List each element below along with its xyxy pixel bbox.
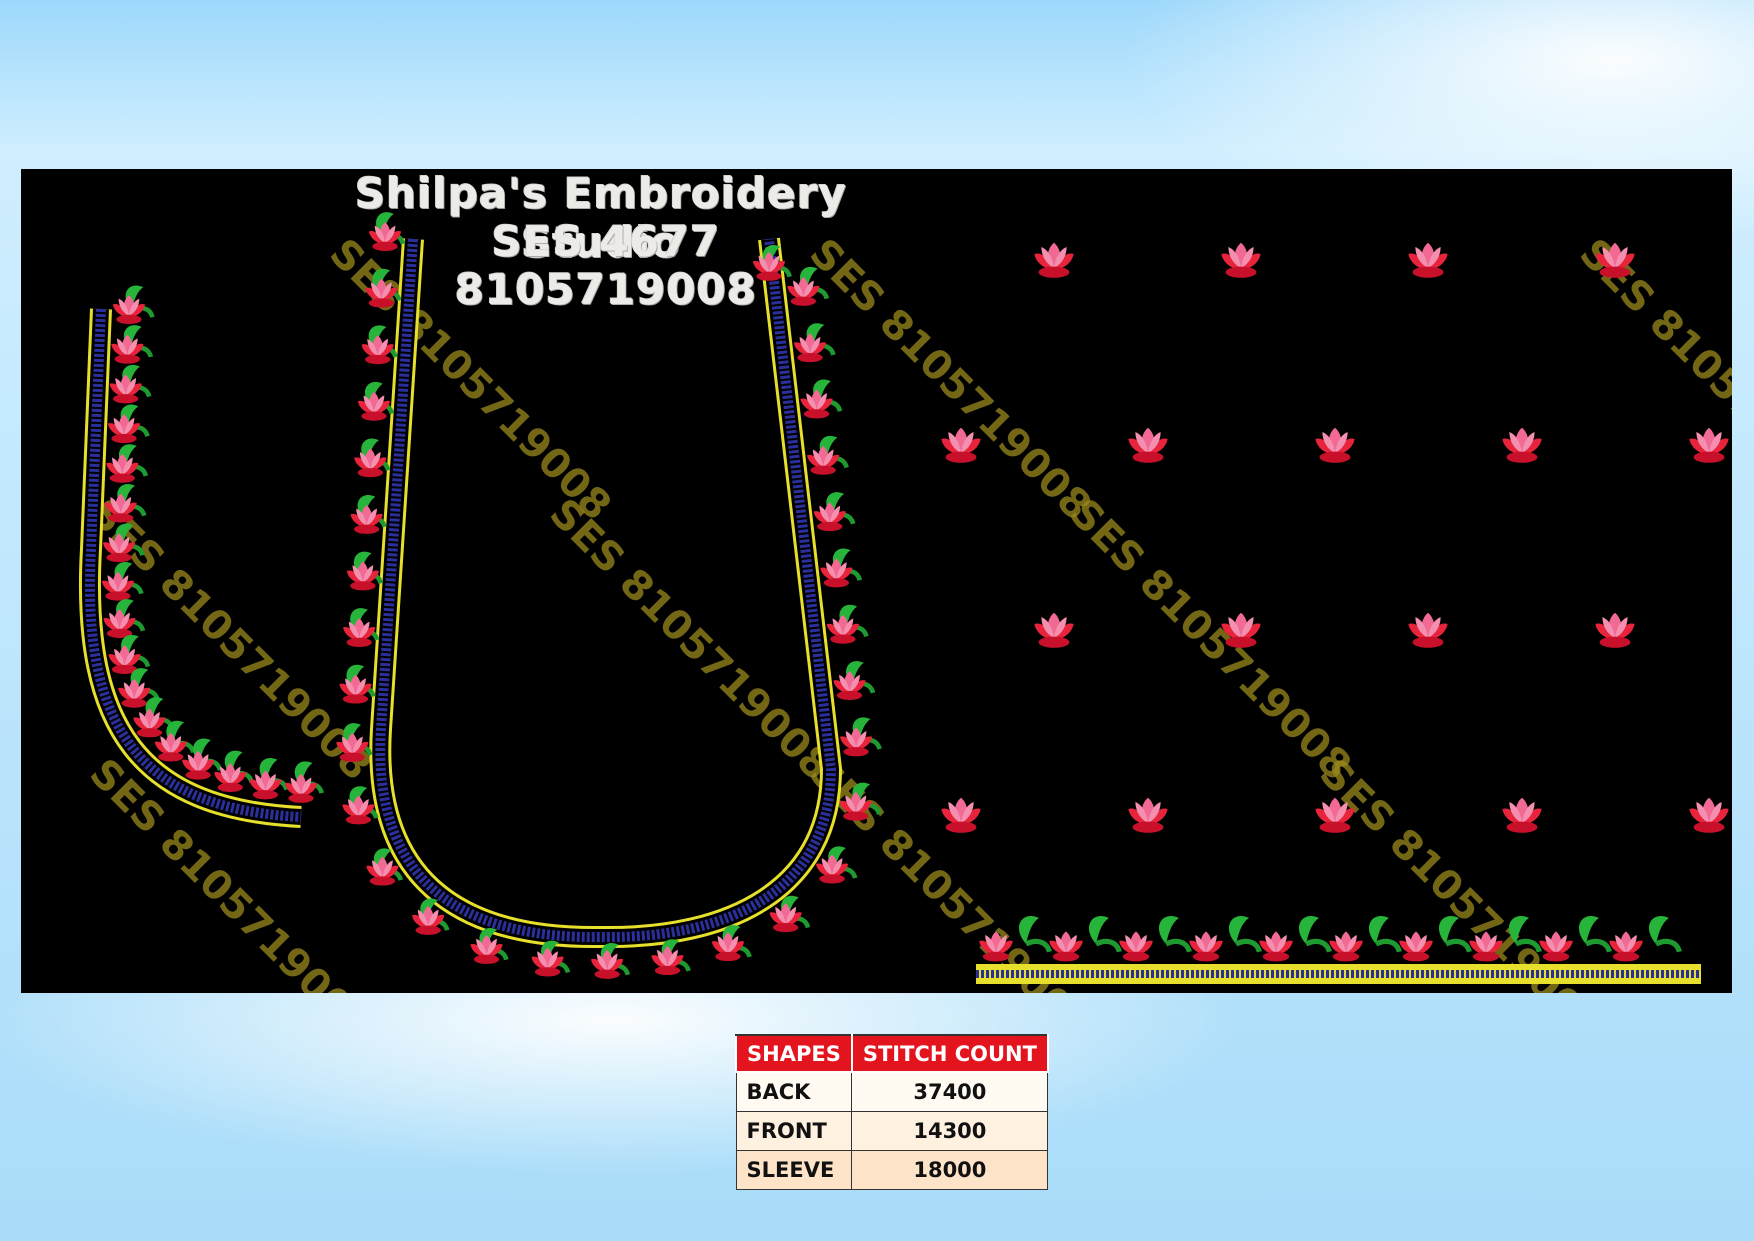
butti-motif: [1408, 612, 1448, 648]
flower-motif: [346, 561, 379, 591]
watermark-layer: SES 8105719008 SES 8105719008SES 81057190…: [81, 230, 1732, 993]
butti-motif: [1128, 797, 1168, 833]
flower-motif: [1259, 931, 1293, 962]
flower-motif: [361, 335, 394, 365]
flower-motif: [807, 446, 840, 475]
studio-phone: 8105719008: [454, 265, 758, 314]
watermark-text: SES 8105719008: [1061, 490, 1360, 789]
butti-motif: [941, 797, 981, 833]
flower-motif: [820, 558, 853, 588]
header-shapes: SHAPES: [735, 1034, 853, 1073]
flower-motif: [342, 795, 375, 825]
count-cell: 37400: [851, 1071, 1049, 1112]
flower-motif: [412, 906, 445, 935]
flower-motif: [826, 614, 860, 644]
watermark-text: SES 8105719008: [1571, 230, 1732, 529]
flower-motif: [1049, 931, 1083, 962]
flower-motif: [109, 374, 142, 404]
butti-motif: [1221, 612, 1261, 648]
butti-motif: [1502, 427, 1542, 463]
flower-motif: [800, 389, 833, 419]
design-code: SES 4677: [491, 217, 721, 266]
table-row: FRONT 14300: [735, 1111, 1049, 1151]
flower-motif: [1609, 931, 1643, 962]
stitch-count-table: SHAPES STITCH COUNT BACK 37400 FRONT 143…: [735, 1034, 1049, 1190]
flower-motif: [249, 770, 282, 800]
leaf-motif: [1229, 916, 1259, 952]
flower-motif: [339, 674, 372, 704]
flower-motif: [357, 391, 391, 421]
flower-motif: [106, 454, 139, 483]
table-header-row: SHAPES STITCH COUNT: [735, 1034, 1049, 1073]
butti-motif: [1034, 612, 1074, 648]
butti-motif: [1221, 242, 1261, 278]
flower-motif: [651, 946, 684, 976]
flower-motif: [118, 678, 151, 708]
flower-motif: [813, 502, 846, 532]
butti-motif: [1595, 612, 1635, 648]
flower-motif: [354, 448, 387, 478]
flower-motif: [103, 609, 136, 638]
leaf-motif: [1579, 916, 1609, 952]
flower-motif: [839, 727, 873, 757]
table-row: SLEEVE 18000: [735, 1150, 1049, 1190]
flower-motif: [815, 854, 849, 884]
count-cell: 18000: [851, 1150, 1049, 1190]
flower-motif: [591, 950, 624, 979]
flower-motif: [182, 750, 215, 780]
flower-motif: [1119, 931, 1153, 962]
leaf-motif: [1089, 916, 1119, 952]
flower-motif: [1399, 931, 1433, 962]
flower-motif: [133, 708, 166, 738]
flower-motif: [1189, 931, 1223, 962]
flower-motif: [284, 774, 318, 803]
butti-motif: [1689, 427, 1729, 463]
flower-motif: [531, 947, 564, 977]
butti-motif: [1034, 242, 1074, 278]
flower-motif: [833, 671, 866, 701]
butti-motif: [1689, 797, 1729, 833]
butti-motif: [1502, 797, 1542, 833]
flower-motif: [350, 505, 383, 534]
shape-cell: BACK: [735, 1071, 853, 1112]
flower-motif: [711, 932, 745, 962]
embroidery-design-preview: SES 8105719008 SES 8105719008 SES 81057190…: [21, 169, 1732, 993]
flower-motif: [154, 732, 187, 762]
leaf-motif: [1649, 916, 1679, 952]
shape-cell: SLEEVE: [735, 1150, 853, 1190]
flower-motif: [769, 903, 802, 933]
flower-motif: [470, 935, 503, 964]
leaf-motif: [1369, 916, 1399, 952]
butti-motif: [1315, 427, 1355, 463]
flower-motif: [101, 571, 135, 601]
flower-motif: [366, 856, 399, 886]
shape-cell: FRONT: [735, 1111, 853, 1151]
leaf-motif: [1159, 916, 1189, 952]
flower-motif: [793, 333, 827, 363]
table-row: BACK 37400: [735, 1071, 1049, 1112]
flower-motif: [343, 618, 376, 647]
count-cell: 14300: [851, 1111, 1049, 1151]
butti-motif: [1128, 427, 1168, 463]
flower-motif: [1539, 931, 1573, 962]
embroidery-artwork: SES 8105719008 SES 8105719008SES 81057190…: [79, 169, 1732, 993]
flower-motif: [112, 295, 146, 324]
leaf-motif: [1299, 916, 1329, 952]
flower-motif: [111, 334, 144, 364]
header-stitch-count: STITCH COUNT: [850, 1034, 1049, 1073]
flower-motif: [1329, 931, 1363, 962]
flower-motif: [107, 414, 141, 444]
butti-motif: [1408, 242, 1448, 278]
